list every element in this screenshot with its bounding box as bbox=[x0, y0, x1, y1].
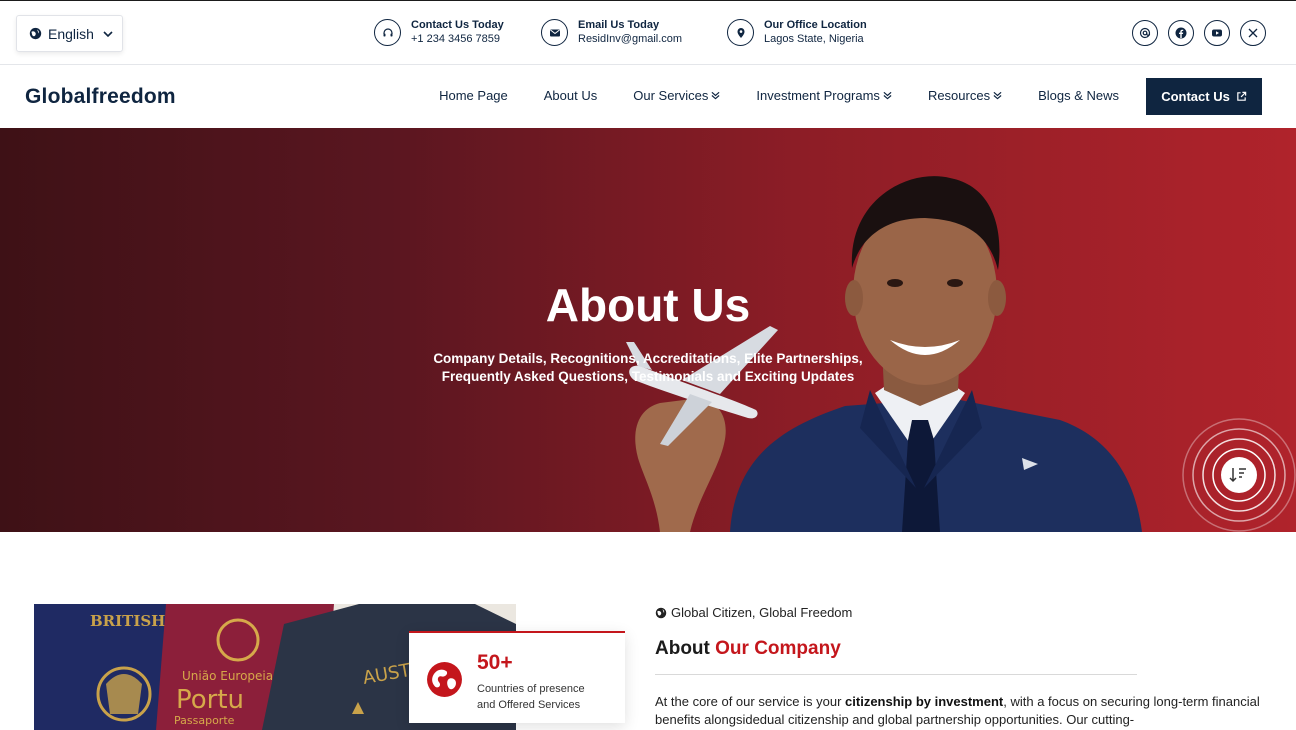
nav-item-resources[interactable]: Resources bbox=[928, 88, 1002, 103]
svg-text:Passaporte: Passaporte bbox=[174, 714, 235, 727]
nav-item-label: Our Services bbox=[633, 88, 709, 103]
globe-icon bbox=[29, 27, 42, 40]
scroll-down-button[interactable] bbox=[1182, 418, 1296, 532]
nav-item-investment[interactable]: Investment Programs bbox=[756, 88, 892, 103]
language-selector[interactable]: English bbox=[16, 15, 123, 52]
x-twitter-icon[interactable] bbox=[1240, 20, 1266, 46]
contact-phone-value: +1 234 3456 7859 bbox=[411, 33, 501, 45]
stat-description-line1: Countries of presence bbox=[477, 683, 585, 695]
nav-item-label: Home Page bbox=[439, 88, 508, 103]
facebook-icon[interactable] bbox=[1168, 20, 1194, 46]
nav-item-services[interactable]: Our Services bbox=[633, 88, 720, 103]
about-heading-part1: About bbox=[655, 638, 716, 659]
nav-item-label: Resources bbox=[927, 88, 991, 103]
hero-title: About Us bbox=[545, 279, 751, 331]
map-pin-icon bbox=[727, 19, 754, 46]
hero-banner: About Us Company Details, Recognitions, … bbox=[0, 128, 1296, 532]
contact-email-title: Email Us Today bbox=[578, 19, 660, 31]
hero-subtitle-line1: Company Details, Recognitions, Accredita… bbox=[433, 351, 863, 366]
stat-description-line2: and Offered Services bbox=[477, 699, 581, 711]
businessman-holding-airplane-image bbox=[626, 176, 1142, 532]
envelope-icon bbox=[541, 19, 568, 46]
top-bar: English Contact Us Today +1 234 3456 785… bbox=[0, 0, 1296, 65]
nav-item-label: About Us bbox=[543, 88, 598, 103]
main-navbar: Globalfreedom Home Page About Us Our Ser… bbox=[0, 65, 1296, 128]
double-chevron-down-icon bbox=[883, 91, 892, 100]
at-sign-icon[interactable] bbox=[1132, 20, 1158, 46]
nav-item-home[interactable]: Home Page bbox=[439, 88, 508, 103]
nav-item-blogs[interactable]: Blogs & News bbox=[1038, 88, 1119, 103]
social-links bbox=[1132, 20, 1266, 46]
about-para-bold: citizenship by investment bbox=[845, 694, 1004, 709]
svg-text:Portu: Portu bbox=[176, 685, 244, 715]
youtube-icon[interactable] bbox=[1204, 20, 1230, 46]
nav-item-label: Investment Programs bbox=[756, 88, 880, 103]
svg-text:União Europeia: União Europeia bbox=[182, 669, 273, 683]
contact-phone-title: Contact Us Today bbox=[411, 19, 504, 31]
stat-description: Countries of presence and Offered Servic… bbox=[477, 681, 617, 713]
svg-text:BRITISH: BRITISH bbox=[90, 612, 165, 630]
double-chevron-down-icon bbox=[711, 91, 720, 100]
site-logo[interactable]: Globalfreedom bbox=[25, 85, 176, 109]
contact-location-title: Our Office Location bbox=[764, 19, 867, 31]
contact-email-value: ResidInv@gmail.com bbox=[578, 33, 683, 45]
globe-icon bbox=[427, 662, 462, 697]
hero-subtitle-line2: Frequently Asked Questions, Testimonials… bbox=[441, 369, 855, 384]
headset-icon bbox=[374, 19, 401, 46]
nav-item-about[interactable]: About Us bbox=[544, 88, 597, 103]
tagline-text: Global Citizen, Global Freedom bbox=[671, 605, 853, 620]
about-para-text: At the core of our service is your bbox=[655, 694, 846, 709]
contact-phone[interactable]: Contact Us Today +1 234 3456 7859 bbox=[374, 18, 504, 47]
globe-icon bbox=[655, 607, 667, 618]
contact-us-label: Contact Us bbox=[1161, 89, 1230, 104]
contact-us-button[interactable]: Contact Us bbox=[1146, 78, 1262, 115]
contact-email[interactable]: Email Us Today ResidInv@gmail.com bbox=[541, 18, 682, 47]
double-chevron-down-icon bbox=[993, 91, 1002, 100]
section-tagline: Global Citizen, Global Freedom bbox=[655, 605, 852, 620]
heading-divider bbox=[655, 674, 1137, 675]
hero-subtitle: Company Details, Recognitions, Accredita… bbox=[0, 350, 1296, 386]
language-label: English bbox=[48, 25, 94, 42]
external-link-icon bbox=[1237, 91, 1247, 101]
contact-location-value: Lagos State, Nigeria bbox=[764, 33, 864, 45]
contact-location[interactable]: Our Office Location Lagos State, Nigeria bbox=[727, 18, 867, 47]
about-paragraph: At the core of our service is your citiz… bbox=[655, 693, 1265, 729]
about-heading: About Our Company bbox=[655, 638, 841, 660]
nav-item-label: Blogs & News bbox=[1038, 88, 1119, 103]
about-heading-part2: Our Company bbox=[715, 638, 841, 659]
stat-number: 50+ bbox=[477, 651, 513, 674]
nav-menu: Home Page About Us Our Services Investme… bbox=[403, 88, 1119, 103]
chevron-down-icon bbox=[103, 30, 113, 37]
countries-stat-card: 50+ Countries of presence and Offered Se… bbox=[409, 631, 625, 723]
